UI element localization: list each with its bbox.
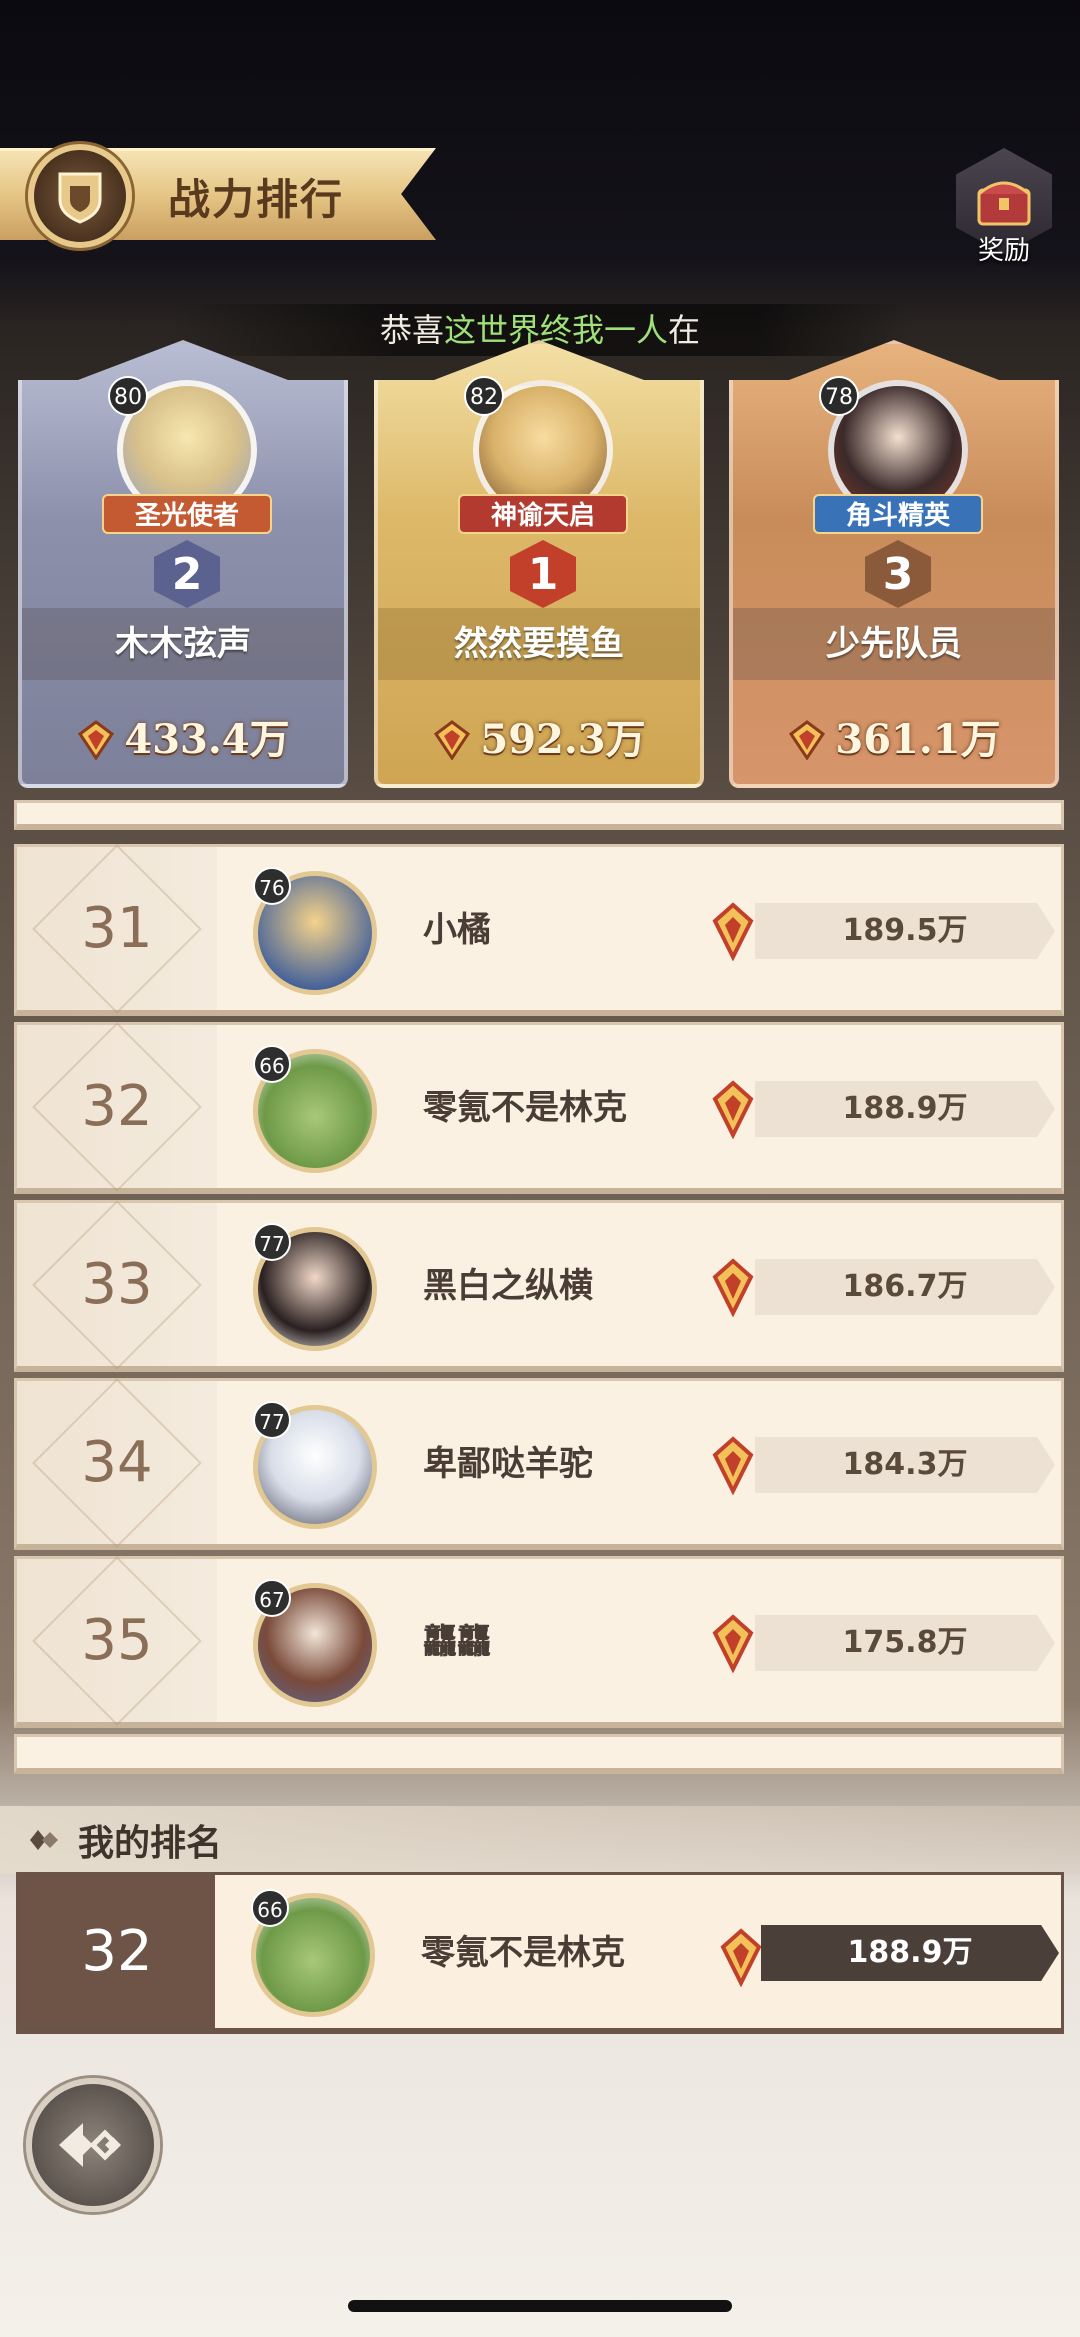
rank-cell: 34 (17, 1377, 217, 1548)
power-value: 175.8万 (755, 1615, 1055, 1671)
level-badge: 76 (253, 867, 291, 905)
reward-button[interactable]: 奖励 (952, 148, 1056, 266)
power-icon (789, 720, 826, 760)
back-arrow-icon (59, 2123, 121, 2167)
level-badge: 77 (253, 1401, 291, 1439)
player-name: 零氪不是林克 (423, 1088, 627, 1128)
power-icon (712, 902, 754, 961)
rank-cell: 32 (19, 1875, 215, 2028)
power-icon (712, 1614, 754, 1673)
rank-badge: 1 (510, 540, 576, 608)
list-item-partial (14, 1734, 1064, 1774)
rank-cell: 31 (17, 843, 217, 1014)
player-name: 黑白之纵横 (423, 1266, 593, 1306)
honor-title: 角斗精英 (813, 494, 983, 534)
rank-cell: 33 (17, 1199, 217, 1370)
my-rank-header: 我的排名 (0, 1806, 1080, 1874)
level-badge: 66 (251, 1889, 289, 1927)
list-item[interactable]: 31 76 小橘 189.5万 (14, 843, 1064, 1016)
power-value: 188.9万 (761, 1925, 1059, 1981)
my-rank-label: 我的排名 (78, 1823, 223, 1864)
treasure-chest-icon (977, 181, 1031, 226)
level-badge: 82 (464, 376, 504, 416)
back-button[interactable] (26, 2078, 160, 2212)
level-badge: 78 (819, 376, 859, 416)
my-rank-row[interactable]: 32 66 零氪不是林克 188.9万 (16, 1872, 1064, 2034)
player-name: 零氪不是林克 (421, 1933, 625, 1973)
player-name: 龘龘 (423, 1622, 491, 1662)
podium-rank-2[interactable]: 80 圣光使者 2 木木弦声 433.4万 (18, 340, 348, 788)
power-score: 361.1万 (733, 710, 1055, 770)
power-value: 592.3万 (480, 716, 646, 763)
reward-label: 奖励 (977, 236, 1030, 266)
honor-title: 圣光使者 (102, 494, 272, 534)
podium-rank-1[interactable]: 82 神谕天启 1 然然要摸鱼 592.3万 (374, 340, 704, 788)
power-icon (434, 720, 471, 760)
rank-cell: 35 (17, 1555, 217, 1726)
player-name: 卑鄙哒羊驼 (423, 1444, 593, 1484)
power-value: 186.7万 (755, 1259, 1055, 1315)
list-item[interactable]: 32 66 零氪不是林克 188.9万 (14, 1021, 1064, 1194)
power-icon (78, 720, 115, 760)
power-value: 188.9万 (755, 1081, 1055, 1137)
level-badge: 80 (108, 376, 148, 416)
player-name: 少先队员 (733, 608, 1055, 680)
power-value: 184.3万 (755, 1437, 1055, 1493)
ticker-prefix: 恭喜 (379, 311, 444, 349)
level-badge: 66 (253, 1045, 291, 1083)
rank-cell: 32 (17, 1021, 217, 1192)
list-item[interactable]: 34 77 卑鄙哒羊驼 184.3万 (14, 1377, 1064, 1550)
power-icon (712, 1258, 754, 1317)
rank-badge: 3 (865, 540, 931, 608)
power-score: 433.4万 (22, 710, 344, 770)
rank-number: 32 (81, 1919, 153, 1984)
podium-rank-3[interactable]: 78 角斗精英 3 少先队员 361.1万 (729, 340, 1059, 788)
power-value: 433.4万 (124, 716, 290, 763)
page-title: 战力排行 (168, 175, 345, 224)
list-item[interactable]: 33 77 黑白之纵横 186.7万 (14, 1199, 1064, 1372)
list-item-partial (14, 800, 1064, 830)
ticker-suffix: 在 (668, 311, 701, 349)
player-name: 木木弦声 (22, 608, 344, 680)
rank-badge: 2 (154, 540, 220, 608)
level-badge: 77 (253, 1223, 291, 1261)
player-name: 然然要摸鱼 (378, 608, 700, 680)
level-badge: 67 (253, 1579, 291, 1617)
power-value: 361.1万 (835, 716, 1001, 763)
ranking-list[interactable]: 31 76 小橘 189.5万 32 66 零氪不是林克 188.9万 33 7… (14, 800, 1064, 1780)
power-value: 189.5万 (755, 903, 1055, 959)
power-icon (712, 1436, 754, 1495)
power-icon (720, 1928, 762, 1987)
power-icon (712, 1080, 754, 1139)
ticker-highlight-name: 这世界终我一人 (443, 311, 668, 349)
player-name: 小橘 (423, 910, 491, 950)
power-score: 592.3万 (378, 710, 700, 770)
ranking-emblem-icon (28, 144, 132, 248)
list-item[interactable]: 35 67 龘龘 175.8万 (14, 1555, 1064, 1728)
diamond-bullet-icon (30, 1830, 58, 1850)
honor-title: 神谕天启 (458, 494, 628, 534)
home-indicator[interactable] (348, 2300, 732, 2312)
